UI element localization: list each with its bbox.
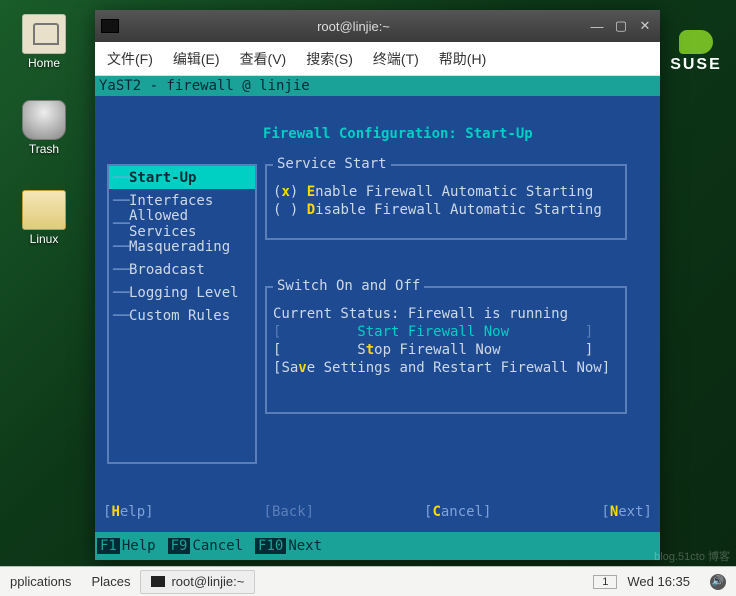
clock[interactable]: Wed 16:35 <box>617 567 700 596</box>
sidebar-item-custom-rules[interactable]: ──Custom Rules <box>109 304 255 327</box>
help-button[interactable]: [Help] <box>103 504 154 520</box>
radio-disable-autostart[interactable]: ( ) Disable Firewall Automatic Starting <box>273 202 619 218</box>
cancel-button[interactable]: [Cancel] <box>424 504 491 520</box>
desktop-label: Trash <box>14 142 74 156</box>
taskbar: pplications Places root@linjie:~ 1 Wed 1… <box>0 566 736 596</box>
desktop-icon-trash[interactable]: Trash <box>14 100 74 156</box>
group-legend: Switch On and Off <box>273 278 424 294</box>
save-restart-button[interactable]: [Save Settings and Restart Firewall Now] <box>273 360 619 376</box>
menu-file[interactable]: 文件(F) <box>99 45 161 73</box>
f10-key[interactable]: F10 <box>255 538 286 554</box>
desktop-icon-home[interactable]: Home <box>14 14 74 70</box>
menu-edit[interactable]: 编辑(E) <box>165 45 228 73</box>
back-button[interactable]: [Back] <box>264 504 315 520</box>
firewall-status: Current Status: Firewall is running <box>273 306 619 322</box>
window-title: root@linjie:~ <box>125 19 582 34</box>
minimize-button[interactable]: — <box>588 17 606 35</box>
menu-help[interactable]: 帮助(H) <box>431 45 494 73</box>
desktop-label: Linux <box>14 232 74 246</box>
maximize-button[interactable]: ▢ <box>612 17 630 35</box>
start-firewall-button[interactable]: [ Start Firewall Now ] <box>273 324 619 340</box>
f9-key[interactable]: F9 <box>168 538 191 554</box>
switch-group: Switch On and Off Current Status: Firewa… <box>265 286 627 414</box>
trash-icon <box>22 100 66 140</box>
applications-menu[interactable]: pplications <box>0 567 81 596</box>
taskbar-entry-terminal[interactable]: root@linjie:~ <box>140 570 255 594</box>
terminal-window: root@linjie:~ — ▢ ✕ 文件(F) 编辑(E) 查看(V) 搜索… <box>95 10 660 560</box>
next-button[interactable]: [Next] <box>601 504 652 520</box>
radio-enable-autostart[interactable]: (x) Enable Firewall Automatic Starting <box>273 184 619 200</box>
bottom-buttons: [Help] [Back] [Cancel] [Next] <box>95 504 660 520</box>
menu-view[interactable]: 查看(V) <box>232 45 295 73</box>
sidebar-item-startup[interactable]: ──Start-Up <box>109 166 255 189</box>
volume-icon[interactable]: 🔊 <box>700 567 736 596</box>
places-menu[interactable]: Places <box>81 567 140 596</box>
desktop-label: Home <box>14 56 74 70</box>
function-key-bar: F1Help F9Cancel F10Next <box>95 532 660 560</box>
sidebar-item-logging[interactable]: ──Logging Level <box>109 281 255 304</box>
sidebar-item-broadcast[interactable]: ──Broadcast <box>109 258 255 281</box>
sidebar-item-allowed-services[interactable]: ──Allowed Services <box>109 212 255 235</box>
menu-terminal[interactable]: 终端(T) <box>365 45 427 73</box>
window-menubar: 文件(F) 编辑(E) 查看(V) 搜索(S) 终端(T) 帮助(H) <box>95 42 660 76</box>
terminal-body: YaST2 - firewall @ linjie Firewall Confi… <box>95 76 660 560</box>
f1-key[interactable]: F1 <box>97 538 120 554</box>
close-button[interactable]: ✕ <box>636 17 654 35</box>
gecko-icon <box>679 30 713 54</box>
stop-firewall-button[interactable]: [ Stop Firewall Now ] <box>273 342 619 358</box>
service-start-group: Service Start (x) Enable Firewall Automa… <box>265 164 627 240</box>
terminal-icon <box>101 19 119 33</box>
menu-search[interactable]: 搜索(S) <box>298 45 361 73</box>
terminal-icon <box>151 576 165 587</box>
workspace-indicator[interactable]: 1 <box>593 575 617 589</box>
home-icon <box>22 14 66 54</box>
page-title: Firewall Configuration: Start-Up <box>263 126 660 142</box>
group-legend: Service Start <box>273 156 391 172</box>
desktop-icon-folder[interactable]: Linux <box>14 190 74 246</box>
yast-header: YaST2 - firewall @ linjie <box>95 76 660 96</box>
watermark: blog.51cto 博客 <box>654 548 730 564</box>
brand-logo: SUSE <box>656 30 736 74</box>
folder-icon <box>22 190 66 230</box>
window-titlebar[interactable]: root@linjie:~ — ▢ ✕ <box>95 10 660 42</box>
yast-sidebar: ──Start-Up ──Interfaces ──Allowed Servic… <box>107 164 257 464</box>
